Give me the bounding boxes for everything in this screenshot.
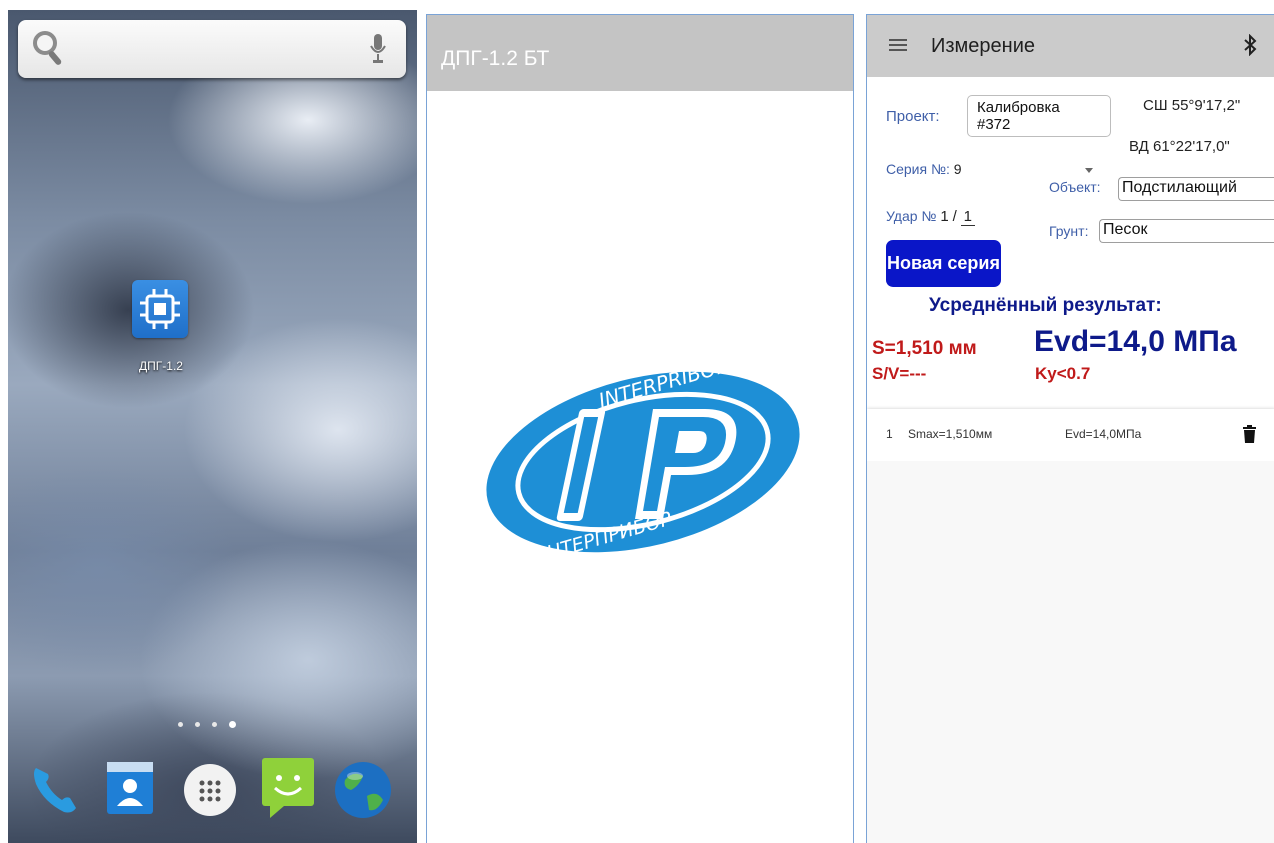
app-bar: ДПГ-1.2 БТ xyxy=(427,15,853,91)
app-icon-label: ДПГ-1.2 xyxy=(139,359,183,373)
series-label: Серия №: xyxy=(886,161,950,177)
messages-icon[interactable] xyxy=(258,750,318,820)
hit-row: Удар № 1 / 1 xyxy=(886,208,975,226)
result-evd: Evd=14,0МПа xyxy=(1065,427,1142,441)
microphone-icon[interactable] xyxy=(370,34,386,64)
new-series-button[interactable]: Новая серия xyxy=(886,240,1001,287)
object-label: Объект: xyxy=(1049,179,1101,195)
phone-icon[interactable] xyxy=(24,750,84,820)
google-search-bar[interactable] xyxy=(18,20,406,78)
series-dropdown-arrow-icon[interactable] xyxy=(1085,168,1093,173)
search-icon[interactable] xyxy=(32,30,66,68)
latitude: СШ 55°9'17,2" xyxy=(1143,97,1241,114)
hit-separator: / xyxy=(952,208,957,225)
menu-icon[interactable] xyxy=(889,39,907,51)
project-label: Проект: xyxy=(886,108,940,125)
project-line2: #372 xyxy=(977,116,1011,133)
page-dot xyxy=(212,722,217,727)
page-dot-active xyxy=(229,721,236,728)
screen-title: Измерение xyxy=(931,35,1036,57)
hit-label: Удар № xyxy=(886,208,937,224)
app-icon-dpg[interactable] xyxy=(132,280,188,338)
object-field[interactable]: Подстилающий xyxy=(1118,177,1274,201)
result-smax: Smax=1,510мм xyxy=(908,427,993,441)
hit-value: 1 xyxy=(940,208,949,225)
measurement-screen: Измерение Проект: Калибровка #372 СШ 55°… xyxy=(866,14,1274,843)
page-dot xyxy=(178,722,183,727)
result-index: 1 xyxy=(886,427,893,441)
average-heading: Усреднённый результат: xyxy=(929,295,1162,316)
android-home-screen: ДПГ-1.2 xyxy=(8,10,417,843)
results-list-empty-area xyxy=(867,461,1274,843)
s-value: S=1,510 мм xyxy=(872,338,977,359)
app-title: ДПГ-1.2 БТ xyxy=(441,47,550,70)
project-line1: Калибровка xyxy=(977,99,1060,116)
hit-total-field[interactable]: 1 xyxy=(960,208,975,226)
series-value: 9 xyxy=(953,161,962,177)
project-field[interactable]: Калибровка #372 xyxy=(967,95,1111,137)
bluetooth-icon[interactable] xyxy=(1243,34,1257,56)
soil-label: Грунт: xyxy=(1049,223,1089,239)
splash-screen: ДПГ-1.2 БТ INTERPRIBOR ИНТЕРПРИБОР xyxy=(426,14,854,843)
app-drawer-icon[interactable] xyxy=(180,750,240,820)
browser-globe-icon[interactable] xyxy=(333,750,393,820)
page-dot xyxy=(195,722,200,727)
contacts-icon[interactable] xyxy=(101,750,161,820)
page-indicator xyxy=(178,720,248,730)
ky-value: Ky<0.7 xyxy=(1035,364,1091,383)
series-row: Серия №: 9 xyxy=(886,161,962,177)
longitude: ВД 61°22'17,0" xyxy=(1129,138,1230,155)
interpribor-logo: INTERPRIBOR ИНТЕРПРИБОР xyxy=(486,352,800,568)
result-row[interactable]: 1 Smax=1,510мм Evd=14,0МПа xyxy=(867,409,1274,461)
evd-value: Evd=14,0 МПа xyxy=(1034,325,1237,358)
soil-field[interactable]: Песок xyxy=(1099,219,1274,243)
toolbar: Измерение xyxy=(867,15,1274,77)
chip-icon xyxy=(140,289,180,329)
sv-value: S/V=--- xyxy=(872,364,927,383)
trash-icon[interactable] xyxy=(1243,425,1256,443)
